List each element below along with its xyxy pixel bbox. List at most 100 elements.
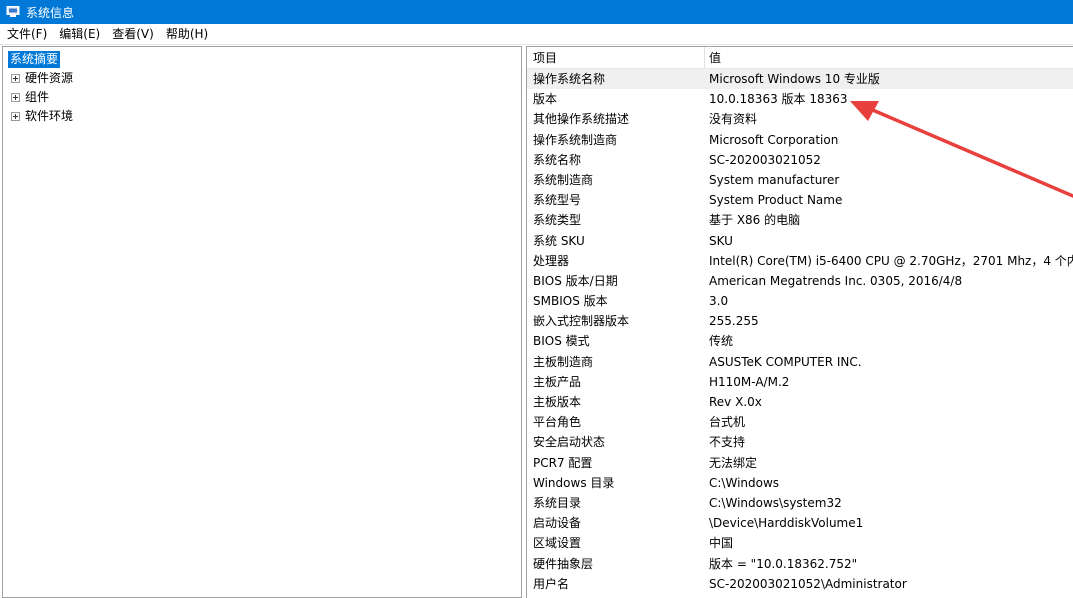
row-item-cell: 主板制造商 <box>533 354 594 369</box>
category-tree[interactable]: 系统摘要 硬件资源 组件 软件环境 <box>2 46 522 598</box>
row-value-cell: 3.0 <box>709 294 729 309</box>
row-item-cell: 主板产品 <box>533 374 582 389</box>
row-value-cell: System manufacturer <box>709 172 840 187</box>
row-value-cell: \Device\HarddiskVolume1 <box>709 516 864 531</box>
table-row[interactable]: 嵌入式控制器版本 255.255 <box>527 311 1073 331</box>
tree-item-label: 软件环境 <box>25 109 74 123</box>
row-value-cell: ASUSTeK COMPUTER INC. <box>709 354 862 369</box>
table-row[interactable]: 平台角色 台式机 <box>527 412 1073 432</box>
row-item-cell: 操作系统制造商 <box>533 132 618 147</box>
tree-item-software-environment[interactable]: 软件环境 <box>11 107 73 125</box>
list-header: 项目 值 <box>527 47 1073 69</box>
table-row[interactable]: 区域设置 中国 <box>527 533 1073 553</box>
table-row[interactable]: 主板版本 Rev X.0x <box>527 392 1073 412</box>
table-row[interactable]: 系统 SKU SKU <box>527 231 1073 251</box>
system-info-app-icon <box>6 6 20 18</box>
tree-item-system-summary[interactable]: 系统摘要 <box>8 51 61 68</box>
row-value-cell: 没有资料 <box>709 112 758 127</box>
row-item-cell: 系统制造商 <box>533 172 594 187</box>
table-row[interactable]: 其他操作系统描述 没有资料 <box>527 109 1073 129</box>
menu-file[interactable]: 文件(F) <box>2 24 52 44</box>
row-item-cell: 平台角色 <box>533 415 582 430</box>
row-item-cell: BIOS 版本/日期 <box>533 273 618 288</box>
expand-plus-icon[interactable] <box>11 111 20 121</box>
row-value-cell: 传统 <box>709 334 734 349</box>
table-row[interactable]: 操作系统名称 Microsoft Windows 10 专业版 <box>527 69 1073 90</box>
title-bar[interactable]: 系统信息 <box>0 0 1073 24</box>
row-value-cell: SKU <box>709 233 733 248</box>
row-item-cell: BIOS 模式 <box>533 334 590 349</box>
row-value-cell: 中国 <box>709 536 734 551</box>
table-row[interactable]: 启动设备 \Device\HarddiskVolume1 <box>527 513 1073 533</box>
tree-item-hardware-resources[interactable]: 硬件资源 <box>11 69 73 87</box>
row-item-cell: 区域设置 <box>533 536 582 551</box>
tree-item-label: 组件 <box>25 90 50 104</box>
table-row[interactable]: BIOS 版本/日期 American Megatrends Inc. 0305,… <box>527 271 1073 291</box>
table-row[interactable]: 系统名称 SC-202003021052 <box>527 150 1073 170</box>
menu-bar: 文件(F) 编辑(E) 查看(V) 帮助(H) <box>0 24 1073 45</box>
row-item-cell: 系统类型 <box>533 213 582 228</box>
row-value-cell: SC-202003021052 <box>709 152 821 167</box>
row-value-cell: SC-202003021052\Administrator <box>709 576 907 591</box>
column-divider[interactable] <box>704 47 705 68</box>
row-item-cell: 安全启动状态 <box>533 435 606 450</box>
row-item-cell: 处理器 <box>533 253 570 268</box>
row-value-cell: C:\Windows\system32 <box>709 495 842 510</box>
row-item-cell: 版本 <box>533 92 558 107</box>
table-row[interactable]: 操作系统制造商 Microsoft Corporation <box>527 130 1073 150</box>
menu-help[interactable]: 帮助(H) <box>161 24 213 44</box>
row-value-cell: C:\Windows <box>709 475 780 490</box>
row-item-cell: PCR7 配置 <box>533 455 593 470</box>
row-value-cell: Intel(R) Core(TM) i5-6400 CPU @ 2.70GHz，… <box>709 253 1073 268</box>
column-header-item[interactable]: 项目 <box>533 47 557 68</box>
row-value-cell: Microsoft Corporation <box>709 132 839 147</box>
details-list[interactable]: 项目 值 操作系统名称 Microsoft Windows 10 专业版版本 10.… <box>526 46 1073 598</box>
row-value-cell: 255.255 <box>709 314 759 329</box>
tree-item-components[interactable]: 组件 <box>11 88 49 106</box>
table-row[interactable]: PCR7 配置 无法绑定 <box>527 453 1073 473</box>
menu-edit[interactable]: 编辑(E) <box>54 24 105 44</box>
row-item-cell: 其他操作系统描述 <box>533 112 630 127</box>
row-value-cell: 台式机 <box>709 415 746 430</box>
table-row[interactable]: SMBIOS 版本 3.0 <box>527 291 1073 311</box>
row-item-cell: 嵌入式控制器版本 <box>533 314 630 329</box>
row-item-cell: 启动设备 <box>533 516 582 531</box>
row-value-cell: Rev X.0x <box>709 395 762 409</box>
table-row[interactable]: 硬件抽象层 版本 = "10.0.18362.752" <box>527 554 1073 574</box>
expand-plus-icon[interactable] <box>11 73 20 83</box>
row-value-cell: American Megatrends Inc. 0305, 2016/4/8 <box>709 273 963 288</box>
row-value-cell: Microsoft Windows 10 专业版 <box>709 72 880 86</box>
table-row[interactable]: BIOS 模式 传统 <box>527 331 1073 351</box>
table-row[interactable]: 版本 10.0.18363 版本 18363 <box>527 89 1073 109</box>
row-item-cell: 系统名称 <box>533 152 582 167</box>
row-value-cell: 无法绑定 <box>709 455 758 470</box>
table-row[interactable]: 安全启动状态 不支持 <box>527 432 1073 452</box>
window-title: 系统信息 <box>26 5 75 20</box>
table-row[interactable]: 系统类型 基于 X86 的电脑 <box>527 210 1073 230</box>
row-value-cell: 版本 = "10.0.18362.752" <box>709 556 858 571</box>
expand-plus-icon[interactable] <box>11 92 20 102</box>
row-item-cell: 用户名 <box>533 576 570 591</box>
row-value-cell: 基于 X86 的电脑 <box>709 213 801 228</box>
row-item-cell: 系统 SKU <box>533 233 585 248</box>
row-value-cell: System Product Name <box>709 193 843 208</box>
list-rows: 操作系统名称 Microsoft Windows 10 专业版版本 10.0.183… <box>527 69 1073 594</box>
row-value-cell: H110M-A/M.2 <box>709 374 790 389</box>
table-row[interactable]: 主板制造商 ASUSTeK COMPUTER INC. <box>527 352 1073 372</box>
row-item-cell: 操作系统名称 <box>533 72 606 86</box>
table-row[interactable]: 系统制造商 System manufacturer <box>527 170 1073 190</box>
menu-view[interactable]: 查看(V) <box>107 24 159 44</box>
row-item-cell: SMBIOS 版本 <box>533 294 608 309</box>
row-item-cell: 硬件抽象层 <box>533 556 594 571</box>
row-item-cell: 系统目录 <box>533 495 582 510</box>
table-row[interactable]: 处理器 Intel(R) Core(TM) i5-6400 CPU @ 2.70G… <box>527 251 1073 271</box>
table-row[interactable]: Windows 目录 C:\Windows <box>527 473 1073 493</box>
row-value-cell: 10.0.18363 版本 18363 <box>709 92 848 107</box>
row-item-cell: 系统型号 <box>533 193 582 208</box>
system-info-window: 系统信息 文件(F) 编辑(E) 查看(V) 帮助(H) 系统摘要 硬件资源 组… <box>0 0 1073 598</box>
table-row[interactable]: 主板产品 H110M-A/M.2 <box>527 372 1073 392</box>
column-header-value[interactable]: 值 <box>709 47 721 68</box>
table-row[interactable]: 系统型号 System Product Name <box>527 190 1073 210</box>
table-row[interactable]: 系统目录 C:\Windows\system32 <box>527 493 1073 513</box>
table-row[interactable]: 用户名 SC-202003021052\Administrator <box>527 574 1073 594</box>
